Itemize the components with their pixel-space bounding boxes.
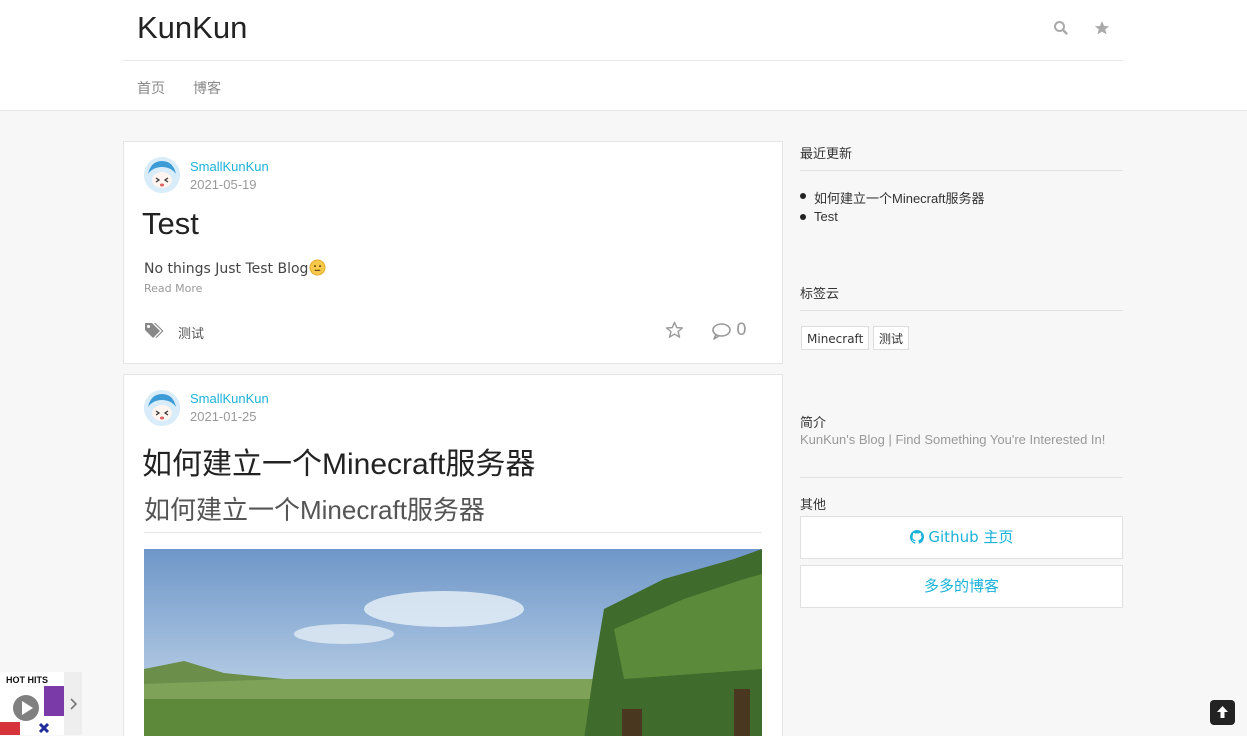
arrow-up-icon xyxy=(1217,706,1228,718)
divider xyxy=(800,310,1123,311)
recent-item[interactable]: Test xyxy=(814,209,838,224)
duoduo-blog-button[interactable]: 多多的博客 xyxy=(800,565,1123,608)
github-icon xyxy=(909,530,924,544)
divider xyxy=(800,170,1123,171)
star-icon[interactable] xyxy=(1092,18,1112,38)
other-title: 其他 xyxy=(800,498,827,513)
divider xyxy=(800,477,1123,478)
comment-icon[interactable] xyxy=(711,322,732,340)
avatar[interactable] xyxy=(144,157,180,193)
site-title[interactable]: KunKun xyxy=(137,10,247,46)
recent-item[interactable]: 如何建立一个Minecraft服务器 xyxy=(814,188,984,207)
tag-cloud-item[interactable]: Minecraft xyxy=(801,326,870,350)
post-cover-image xyxy=(144,549,762,736)
post-excerpt: No things Just Test Blog xyxy=(144,259,326,280)
post-author[interactable]: SmallKunKun xyxy=(190,159,269,174)
about-text: KunKun's Blog | Find Something You're In… xyxy=(800,432,1106,447)
search-icon[interactable] xyxy=(1051,18,1071,38)
post-date: 2021-05-19 xyxy=(190,177,257,192)
bullet xyxy=(800,214,806,220)
hot-hits-widget[interactable]: HOT HITS xyxy=(0,672,82,735)
recent-updates-title: 最近更新 xyxy=(800,147,853,162)
post-excerpt-text: No things Just Test Blog xyxy=(144,261,309,277)
github-button-label: Github 主页 xyxy=(928,528,1014,546)
tags-icon xyxy=(145,323,164,338)
widget-toggle[interactable] xyxy=(64,672,82,735)
nav-item-blog[interactable]: 博客 xyxy=(193,78,221,98)
comment-count[interactable]: 0 xyxy=(736,320,747,340)
post-card: SmallKunKun 2021-05-19 Test No things Ju… xyxy=(123,141,783,364)
scroll-top-button[interactable] xyxy=(1210,700,1235,725)
bullet xyxy=(800,193,806,199)
post-author[interactable]: SmallKunKun xyxy=(190,391,269,406)
site-header: KunKun 首页 博客 xyxy=(0,0,1247,111)
hot-hits-cover[interactable]: HOT HITS xyxy=(0,672,64,735)
nav-item-home[interactable]: 首页 xyxy=(137,78,165,98)
avatar[interactable] xyxy=(144,390,180,426)
smiley-icon xyxy=(309,259,326,280)
read-more-link[interactable]: Read More xyxy=(144,282,202,295)
duoduo-blog-button-label: 多多的博客 xyxy=(923,577,999,595)
post-title[interactable]: 如何建立一个Minecraft服务器 xyxy=(142,439,535,483)
github-button[interactable]: Github 主页 xyxy=(800,516,1123,559)
about-title: 简介 xyxy=(800,416,827,431)
tag-cloud-item[interactable]: 测试 xyxy=(873,326,910,350)
header-divider xyxy=(123,60,1123,61)
post-title[interactable]: Test xyxy=(142,206,199,242)
favorite-star-icon[interactable] xyxy=(665,321,684,339)
post-tag[interactable]: 测试 xyxy=(178,323,204,342)
post-date: 2021-01-25 xyxy=(190,409,257,424)
tag-cloud-title: 标签云 xyxy=(800,287,840,302)
post-subtitle: 如何建立一个Minecraft服务器 xyxy=(144,495,485,525)
chevron-right-icon xyxy=(70,698,78,710)
post-card: SmallKunKun 2021-01-25 如何建立一个Minecraft服务… xyxy=(123,374,783,736)
post-divider xyxy=(144,532,762,533)
